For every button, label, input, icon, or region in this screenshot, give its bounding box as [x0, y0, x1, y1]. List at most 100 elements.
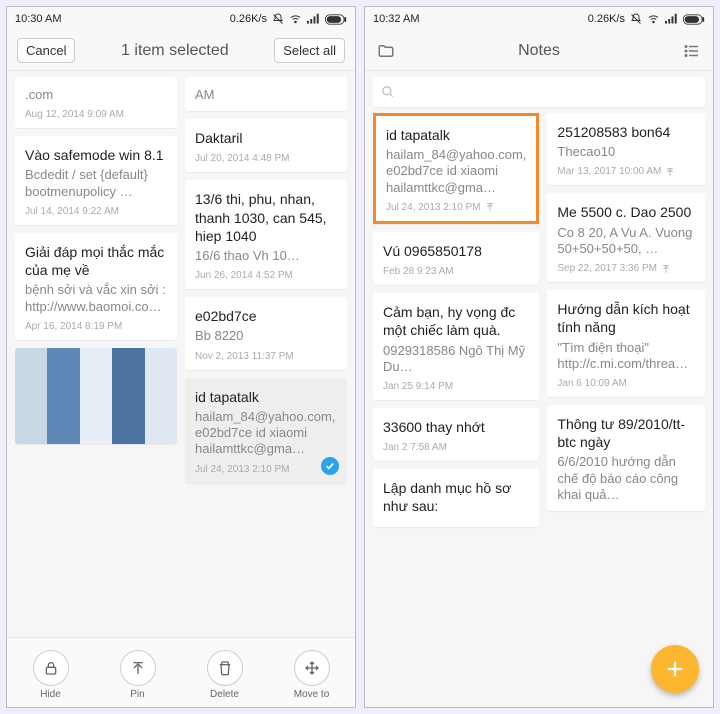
- note-title: Vú 0965850178: [383, 242, 529, 260]
- note-title: Lập danh mục hồ sơ như sau:: [383, 479, 529, 515]
- selected-check-icon: [321, 457, 339, 475]
- status-bar: 10:30 AM 0.26K/s: [7, 7, 355, 31]
- note-card[interactable]: AM: [185, 77, 347, 111]
- note-card[interactable]: Daktaril Jul 20, 2014 4:48 PM: [185, 119, 347, 172]
- note-date: Aug 12, 2014 9:09 AM: [25, 109, 167, 120]
- move-action[interactable]: Move to: [294, 650, 330, 700]
- status-time: 10:30 AM: [15, 13, 61, 25]
- notes-header: Notes: [365, 31, 713, 71]
- note-title: Cảm bạn, hy vọng đc một chiếc làm quà.: [383, 303, 529, 339]
- note-card-image[interactable]: [15, 348, 177, 444]
- note-title: Hướng dẫn kích hoạt tính năng: [557, 300, 695, 336]
- mute-icon: [630, 13, 642, 25]
- signal-icon: [665, 13, 678, 25]
- pin-icon: [130, 660, 146, 676]
- list-view-button[interactable]: [681, 40, 703, 62]
- status-time: 10:32 AM: [373, 13, 419, 25]
- note-title: Daktaril: [195, 129, 337, 147]
- note-date: Mar 13, 2017 10:00 AM: [557, 166, 695, 177]
- note-body: 16/6 thao Vh 10…: [195, 248, 337, 264]
- folder-icon: [377, 42, 395, 60]
- note-title: Me 5500 c. Dao 2500: [557, 203, 695, 221]
- hide-action[interactable]: Hide: [33, 650, 69, 700]
- note-body: .com: [25, 87, 167, 103]
- wifi-icon: [647, 13, 660, 25]
- note-date: Feb 28 9:23 AM: [383, 266, 529, 277]
- battery-icon: [683, 14, 705, 25]
- note-date: Jun 26, 2014 4:52 PM: [195, 270, 337, 281]
- note-body: "Tìm điện thoại" http://c.mi.com/threa…: [557, 340, 695, 373]
- note-card[interactable]: Hướng dẫn kích hoạt tính năng "Tìm điện t…: [547, 290, 705, 397]
- note-body: bệnh sởi và vắc xin sởi : http://www.bao…: [25, 282, 167, 315]
- note-body: 0929318586 Ngô Thị Mỹ Du…: [383, 343, 529, 376]
- note-body: AM: [195, 87, 337, 103]
- trash-icon: [217, 660, 233, 676]
- note-body: Thecao10: [557, 144, 695, 160]
- pinned-icon: [661, 264, 671, 274]
- delete-action[interactable]: Delete: [207, 650, 243, 700]
- selection-header: Cancel 1 item selected Select all: [7, 31, 355, 71]
- wifi-icon: [289, 13, 302, 25]
- note-card[interactable]: e02bd7ce Bb 8220 Nov 2, 2013 11:37 PM: [185, 297, 347, 369]
- phone-right: 10:32 AM 0.26K/s Notes id tapatalk hailam…: [364, 6, 714, 708]
- page-title: Notes: [518, 42, 560, 60]
- note-title: 13/6 thi, phu, nhan, thanh 1030, can 545…: [195, 190, 337, 245]
- note-date: Jul 24, 2013 2:10 PM: [195, 464, 337, 475]
- move-icon: [304, 660, 320, 676]
- note-date: Jul 20, 2014 4:48 PM: [195, 153, 337, 164]
- note-card[interactable]: Vú 0965850178 Feb 28 9:23 AM: [373, 232, 539, 285]
- note-card[interactable]: 33600 thay nhớt Jan 2 7:58 AM: [373, 408, 539, 461]
- note-card[interactable]: Me 5500 c. Dao 2500 Co 8 20, A Vu A. Vuon…: [547, 193, 705, 282]
- search-input[interactable]: [373, 77, 705, 107]
- selection-title: 1 item selected: [121, 42, 229, 60]
- note-body: Bb 8220: [195, 328, 337, 344]
- note-card[interactable]: 13/6 thi, phu, nhan, thanh 1030, can 545…: [185, 180, 347, 289]
- note-card[interactable]: Giải đáp mọi thắc mắc của mẹ vềbệnh sởi …: [15, 233, 177, 340]
- note-card[interactable]: Thông tư 89/2010/tt-btc ngày6/6/2010 hướ…: [547, 405, 705, 511]
- note-date: Apr 16, 2014 8:19 PM: [25, 321, 167, 332]
- notes-grid: .com Aug 12, 2014 9:09 AM Vào safemode win…: [7, 71, 355, 637]
- search-icon: [381, 85, 395, 99]
- note-body: hailam_84@yahoo.com, e02bd7ce id xiaomi …: [386, 147, 526, 196]
- status-speed: 0.26K/s: [588, 13, 625, 25]
- note-card[interactable]: id tapatalkhailam_84@yahoo.com, e02bd7ce…: [185, 378, 347, 483]
- note-body: Bcdedit / set {default} bootmenupolicy …: [25, 167, 167, 200]
- note-title: Thông tư 89/2010/tt-btc ngày: [557, 415, 695, 451]
- note-card[interactable]: Vào safemode win 8.1 Bcdedit / set {defau…: [15, 136, 177, 225]
- note-date: Sep 22, 2017 3:36 PM: [557, 263, 695, 274]
- note-body: Co 8 20, A Vu A. Vuong 50+50+50+50, …: [557, 225, 695, 258]
- new-note-fab[interactable]: [651, 645, 699, 693]
- status-bar: 10:32 AM 0.26K/s: [365, 7, 713, 31]
- note-card[interactable]: .com Aug 12, 2014 9:09 AM: [15, 77, 177, 128]
- note-body: 6/6/2010 hướng dẫn chế độ báo cáo công k…: [557, 454, 695, 503]
- note-date: Jan 6 10:09 AM: [557, 378, 695, 389]
- cancel-button[interactable]: Cancel: [17, 38, 75, 63]
- pin-action[interactable]: Pin: [120, 650, 156, 700]
- status-speed: 0.26K/s: [230, 13, 267, 25]
- battery-icon: [325, 14, 347, 25]
- folder-button[interactable]: [375, 40, 397, 62]
- note-title: 33600 thay nhớt: [383, 418, 529, 436]
- notes-grid: id tapatalk hailam_84@yahoo.com, e02bd7ce…: [365, 107, 713, 707]
- lock-icon: [43, 660, 59, 676]
- note-title: e02bd7ce: [195, 307, 337, 325]
- note-card[interactable]: 251208583 bon64 Thecao10 Mar 13, 2017 10:0…: [547, 113, 705, 185]
- pinned-icon: [485, 202, 495, 212]
- note-card[interactable]: id tapatalk hailam_84@yahoo.com, e02bd7ce…: [373, 113, 539, 224]
- note-card[interactable]: Cảm bạn, hy vọng đc một chiếc làm quà. 09…: [373, 293, 539, 400]
- note-date: Jan 25 9:14 PM: [383, 381, 529, 392]
- action-bar: Hide Pin Delete Move to: [7, 637, 355, 707]
- note-date: Jul 24, 2013 2:10 PM: [386, 202, 526, 213]
- note-title: id tapatalk: [195, 388, 337, 406]
- note-title: Vào safemode win 8.1: [25, 146, 167, 164]
- list-icon: [683, 42, 701, 60]
- note-title: id tapatalk: [386, 126, 526, 144]
- plus-icon: [664, 658, 686, 680]
- select-all-button[interactable]: Select all: [274, 38, 345, 63]
- mute-icon: [272, 13, 284, 25]
- note-date: Nov 2, 2013 11:37 PM: [195, 351, 337, 362]
- note-title: 251208583 bon64: [557, 123, 695, 141]
- signal-icon: [307, 13, 320, 25]
- note-date: Jan 2 7:58 AM: [383, 442, 529, 453]
- note-card[interactable]: Lập danh mục hồ sơ như sau:: [373, 469, 539, 526]
